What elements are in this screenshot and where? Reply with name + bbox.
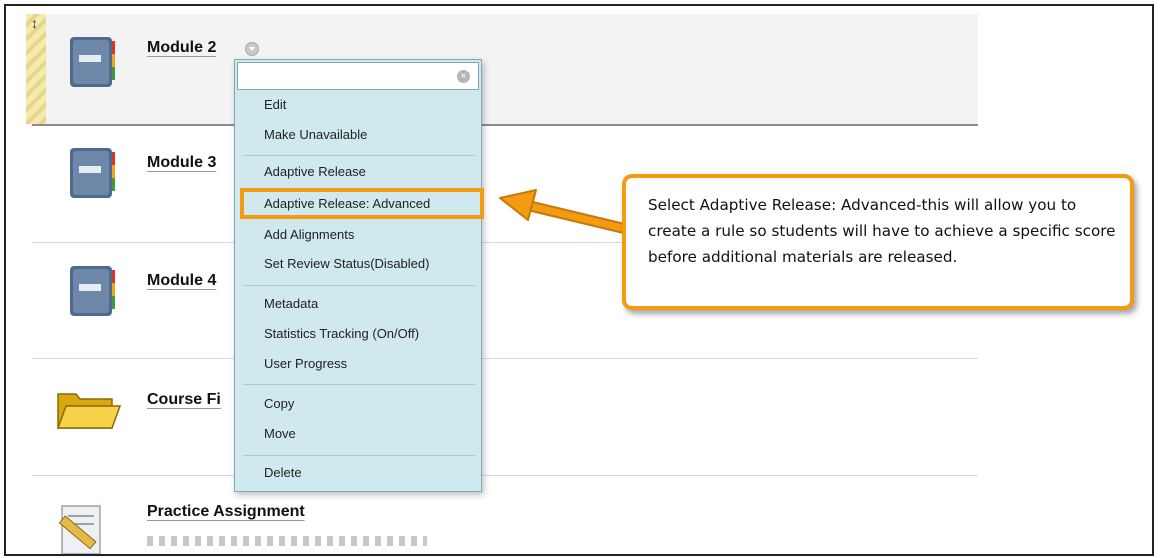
menu-item-delete[interactable]: Delete (264, 465, 302, 480)
screenshot-frame: ↕ Module 2 Module 3 Module 4 Course Fi P… (4, 4, 1154, 556)
notebook-icon (70, 266, 115, 316)
menu-item-metadata[interactable]: Metadata (264, 296, 318, 311)
drag-arrow-icon[interactable]: ↕ (31, 16, 38, 30)
options-chevron-icon[interactable] (245, 42, 259, 56)
folder-icon (56, 393, 122, 429)
module-title[interactable]: Module 4 (147, 272, 233, 290)
notebook-icon (70, 148, 115, 198)
assignment-icon (58, 505, 101, 554)
context-menu: × Edit Make Unavailable Adaptive Release… (234, 59, 482, 492)
menu-item-set-review-status[interactable]: Set Review Status(Disabled) (264, 256, 429, 271)
menu-separator (243, 285, 475, 286)
menu-separator (243, 455, 475, 456)
course-files-title[interactable]: Course Fi (147, 391, 233, 409)
arrow-icon (499, 189, 626, 234)
highlight-box (240, 188, 484, 219)
menu-item-add-alignments[interactable]: Add Alignments (264, 227, 354, 242)
module-title[interactable]: Module 2 (147, 39, 216, 57)
assignment-title[interactable]: Practice Assignment (147, 503, 305, 521)
menu-item-edit[interactable]: Edit (264, 97, 286, 112)
assignment-description-placeholder (147, 536, 427, 546)
menu-item-move[interactable]: Move (264, 426, 296, 441)
clear-icon[interactable]: × (457, 70, 470, 83)
menu-item-adaptive-release[interactable]: Adaptive Release (264, 164, 366, 179)
menu-separator (243, 155, 475, 156)
row-divider (32, 475, 978, 476)
menu-search-input[interactable]: × (237, 62, 479, 90)
row-divider (32, 358, 978, 359)
callout-text: Select Adaptive Release: Advanced-this w… (648, 196, 1116, 266)
notebook-icon (70, 37, 115, 87)
menu-item-make-unavailable[interactable]: Make Unavailable (264, 127, 367, 142)
menu-item-statistics-tracking[interactable]: Statistics Tracking (On/Off) (264, 326, 419, 341)
content-item-module-2 (32, 14, 978, 126)
callout-box: Select Adaptive Release: Advanced-this w… (622, 174, 1134, 310)
menu-item-user-progress[interactable]: User Progress (264, 356, 347, 371)
menu-separator (243, 384, 475, 385)
module-title[interactable]: Module 3 (147, 154, 233, 172)
menu-item-copy[interactable]: Copy (264, 396, 294, 411)
